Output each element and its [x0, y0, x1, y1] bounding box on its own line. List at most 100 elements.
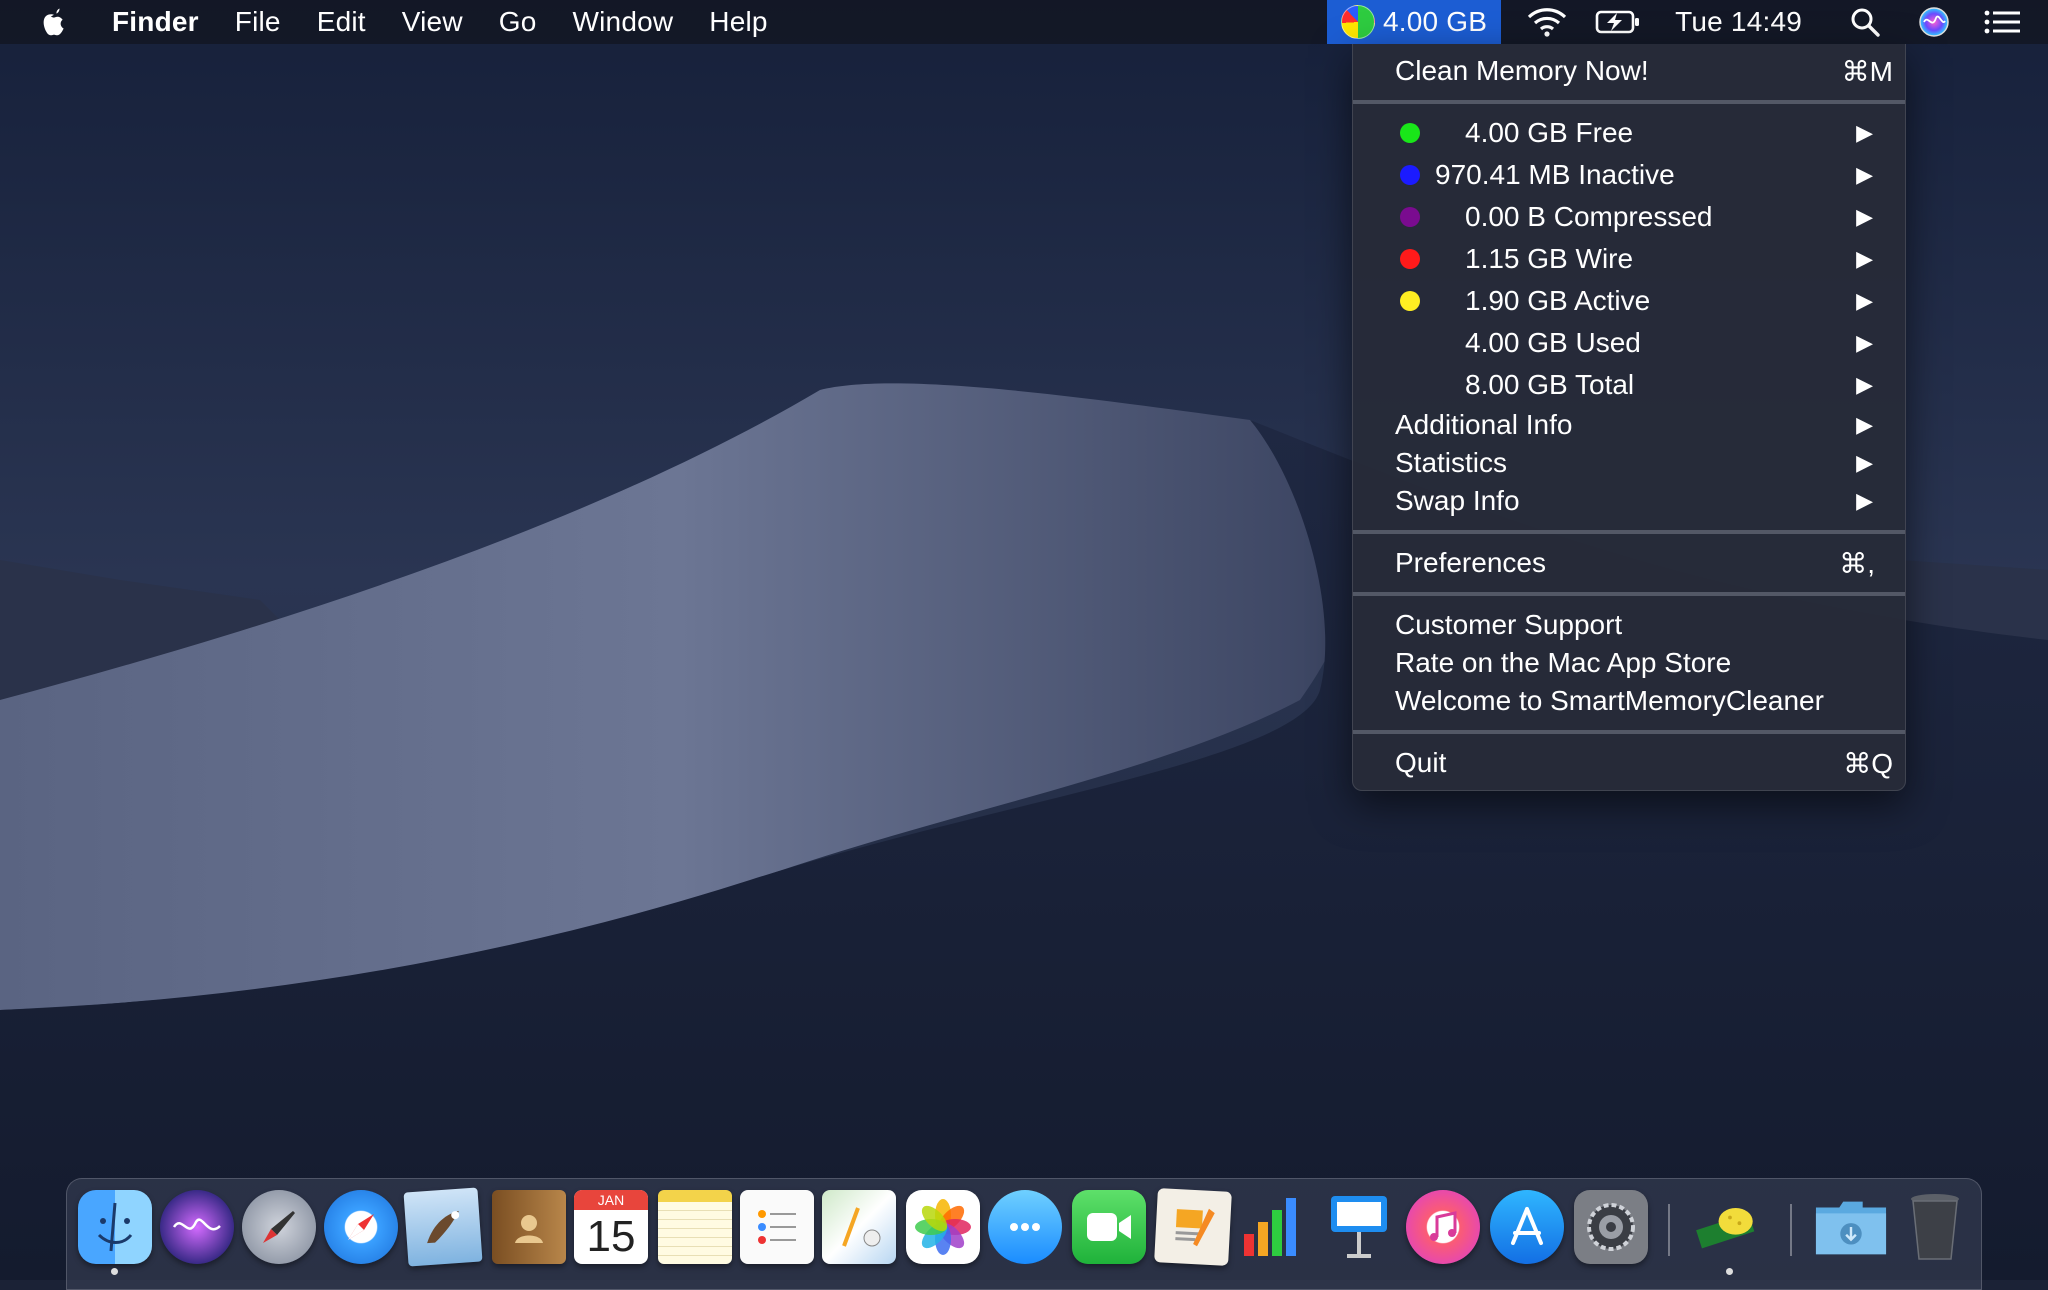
preferences-label: Preferences — [1395, 547, 1546, 578]
battery-charging-icon — [1595, 10, 1640, 34]
apple-menu[interactable] — [0, 0, 94, 44]
menu-separator — [1353, 100, 1905, 104]
list-icon — [1984, 10, 2020, 34]
preferences-item[interactable]: Preferences ⌘, — [1353, 544, 1905, 582]
app-store-icon[interactable] — [1490, 1190, 1564, 1264]
notes-icon[interactable] — [658, 1190, 732, 1264]
clock[interactable]: Tue 14:49 — [1655, 0, 1828, 44]
active-memory-label: 1.90 GB Active — [1465, 285, 1651, 316]
menu-separator — [1353, 730, 1905, 734]
running-indicator — [1726, 1268, 1733, 1275]
spotlight-item[interactable] — [1828, 0, 1902, 44]
customer-support-label: Customer Support — [1395, 609, 1623, 640]
clean-memory-shortcut: ⌘M — [1841, 55, 1893, 87]
running-indicator — [111, 1268, 118, 1275]
contacts-icon[interactable] — [492, 1190, 566, 1264]
siri-icon — [1919, 7, 1949, 37]
wire-color-dot — [1400, 249, 1420, 269]
siri-dock-icon[interactable] — [160, 1190, 234, 1264]
smart-memory-cleaner-icon[interactable] — [1692, 1190, 1766, 1264]
statistics-item[interactable]: Statistics ▶ — [1353, 444, 1905, 482]
swap-info-label: Swap Info — [1395, 485, 1520, 516]
downloads-folder-icon[interactable] — [1814, 1190, 1888, 1264]
free-memory-item[interactable]: 4.00 GB Free ▶ — [1353, 114, 1905, 152]
itunes-icon[interactable] — [1406, 1190, 1480, 1264]
window-menu[interactable]: Window — [555, 0, 692, 44]
compressed-color-dot — [1400, 207, 1420, 227]
memory-status-label: 4.00 GB — [1383, 6, 1488, 37]
mail-icon[interactable] — [403, 1187, 483, 1267]
wire-memory-item[interactable]: 1.15 GB Wire ▶ — [1353, 240, 1905, 278]
inactive-memory-item[interactable]: 970.41 MB Inactive ▶ — [1353, 156, 1905, 194]
free-color-dot — [1400, 123, 1420, 143]
quit-shortcut: ⌘Q — [1843, 747, 1893, 779]
help-menu[interactable]: Help — [691, 0, 785, 44]
memory-status-item[interactable]: 4.00 GB — [1327, 0, 1502, 44]
additional-info-label: Additional Info — [1395, 409, 1573, 440]
view-menu[interactable]: View — [384, 0, 481, 44]
free-memory-label: 4.00 GB Free — [1465, 117, 1634, 148]
clean-memory-item[interactable]: Clean Memory Now! ⌘M — [1353, 52, 1905, 90]
swap-info-item[interactable]: Swap Info ▶ — [1353, 482, 1905, 520]
quit-item[interactable]: Quit ⌘Q — [1353, 744, 1905, 782]
memory-pie-icon — [1341, 5, 1375, 39]
messages-icon[interactable] — [988, 1190, 1062, 1264]
calendar-day: 15 — [586, 1212, 636, 1261]
app-name-menu[interactable]: Finder — [94, 0, 217, 44]
reminders-icon[interactable] — [740, 1190, 814, 1264]
welcome-label: Welcome to SmartMemoryCleaner — [1395, 685, 1824, 716]
finder-icon[interactable] — [78, 1190, 152, 1264]
submenu-arrow-icon: ▶ — [1856, 330, 1873, 355]
trash-icon[interactable] — [1898, 1190, 1972, 1264]
wifi-icon — [1528, 8, 1567, 37]
siri-item[interactable] — [1902, 0, 1966, 44]
keynote-icon[interactable] — [1322, 1190, 1396, 1264]
numbers-icon[interactable] — [1238, 1190, 1312, 1264]
inactive-color-dot — [1400, 165, 1420, 185]
active-memory-item[interactable]: 1.90 GB Active ▶ — [1353, 282, 1905, 320]
memory-dropdown-menu: Clean Memory Now! ⌘M 4.00 GB Free ▶ 970.… — [1352, 44, 1906, 791]
pages-icon[interactable] — [1154, 1188, 1232, 1266]
file-menu[interactable]: File — [217, 0, 299, 44]
dock-separator — [1790, 1204, 1792, 1256]
dock-separator — [1668, 1204, 1670, 1256]
submenu-arrow-icon: ▶ — [1856, 450, 1873, 475]
facetime-icon[interactable] — [1072, 1190, 1146, 1264]
calendar-month: JAN — [574, 1190, 648, 1210]
rate-app-store-item[interactable]: Rate on the Mac App Store — [1353, 644, 1905, 682]
system-preferences-icon[interactable] — [1574, 1190, 1648, 1264]
clean-memory-label: Clean Memory Now! — [1395, 55, 1649, 86]
used-memory-item[interactable]: 4.00 GB Used ▶ — [1353, 324, 1905, 362]
menu-bar: Finder File Edit View Go Window Help 4.0… — [0, 0, 2048, 44]
quit-label: Quit — [1395, 747, 1447, 778]
customer-support-item[interactable]: Customer Support — [1353, 606, 1905, 644]
calendar-icon[interactable]: JAN 15 — [574, 1190, 648, 1264]
battery-status-item[interactable] — [1581, 0, 1655, 44]
wifi-status-item[interactable] — [1501, 0, 1581, 44]
search-icon — [1851, 8, 1880, 37]
menu-separator — [1353, 530, 1905, 534]
launchpad-icon[interactable] — [242, 1190, 316, 1264]
photos-icon[interactable] — [906, 1190, 980, 1264]
compressed-memory-label: 0.00 B Compressed — [1465, 201, 1713, 232]
welcome-item[interactable]: Welcome to SmartMemoryCleaner — [1353, 682, 1905, 720]
submenu-arrow-icon: ▶ — [1856, 162, 1873, 187]
edit-menu[interactable]: Edit — [299, 0, 384, 44]
total-memory-item[interactable]: 8.00 GB Total ▶ — [1353, 366, 1905, 404]
go-menu[interactable]: Go — [481, 0, 555, 44]
rate-app-store-label: Rate on the Mac App Store — [1395, 647, 1732, 678]
total-memory-label: 8.00 GB Total — [1465, 369, 1635, 400]
notification-center-item[interactable] — [1966, 0, 2048, 44]
maps-icon[interactable] — [822, 1190, 896, 1264]
apple-icon — [43, 8, 64, 36]
compressed-memory-item[interactable]: 0.00 B Compressed ▶ — [1353, 198, 1905, 236]
preferences-shortcut: ⌘, — [1839, 547, 1875, 579]
submenu-arrow-icon: ▶ — [1856, 120, 1873, 145]
safari-icon[interactable] — [324, 1190, 398, 1264]
menu-separator — [1353, 592, 1905, 596]
used-memory-label: 4.00 GB Used — [1465, 327, 1641, 358]
submenu-arrow-icon: ▶ — [1856, 488, 1873, 513]
submenu-arrow-icon: ▶ — [1856, 412, 1873, 437]
submenu-arrow-icon: ▶ — [1856, 204, 1873, 229]
additional-info-item[interactable]: Additional Info ▶ — [1353, 406, 1905, 444]
